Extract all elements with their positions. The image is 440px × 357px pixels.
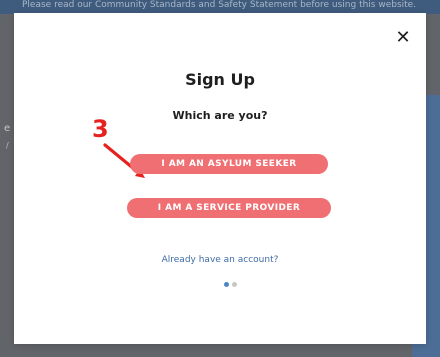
annotation-number: 3 [92, 115, 109, 143]
left-background-fragment: e [4, 123, 11, 134]
active-page-dot [224, 282, 229, 287]
already-have-account-link[interactable]: Already have an account? [14, 254, 426, 266]
page-title: Sign Up [185, 70, 255, 89]
left-background-fragment: / [6, 141, 9, 150]
pagination-dots [224, 282, 240, 288]
close-icon[interactable]: ✕ [394, 29, 412, 47]
asylum-seeker-button[interactable]: I AM AN ASYLUM SEEKER [130, 154, 328, 174]
user-type-prompt: Which are you? [172, 109, 268, 122]
service-provider-button[interactable]: I AM A SERVICE PROVIDER [127, 198, 331, 218]
top-strip-text: Please read our Community Standards and … [0, 0, 440, 14]
inactive-page-dot [232, 282, 237, 287]
signup-modal: ✕ Sign Up Which are you? 3 I AM AN ASYLU… [14, 13, 426, 344]
